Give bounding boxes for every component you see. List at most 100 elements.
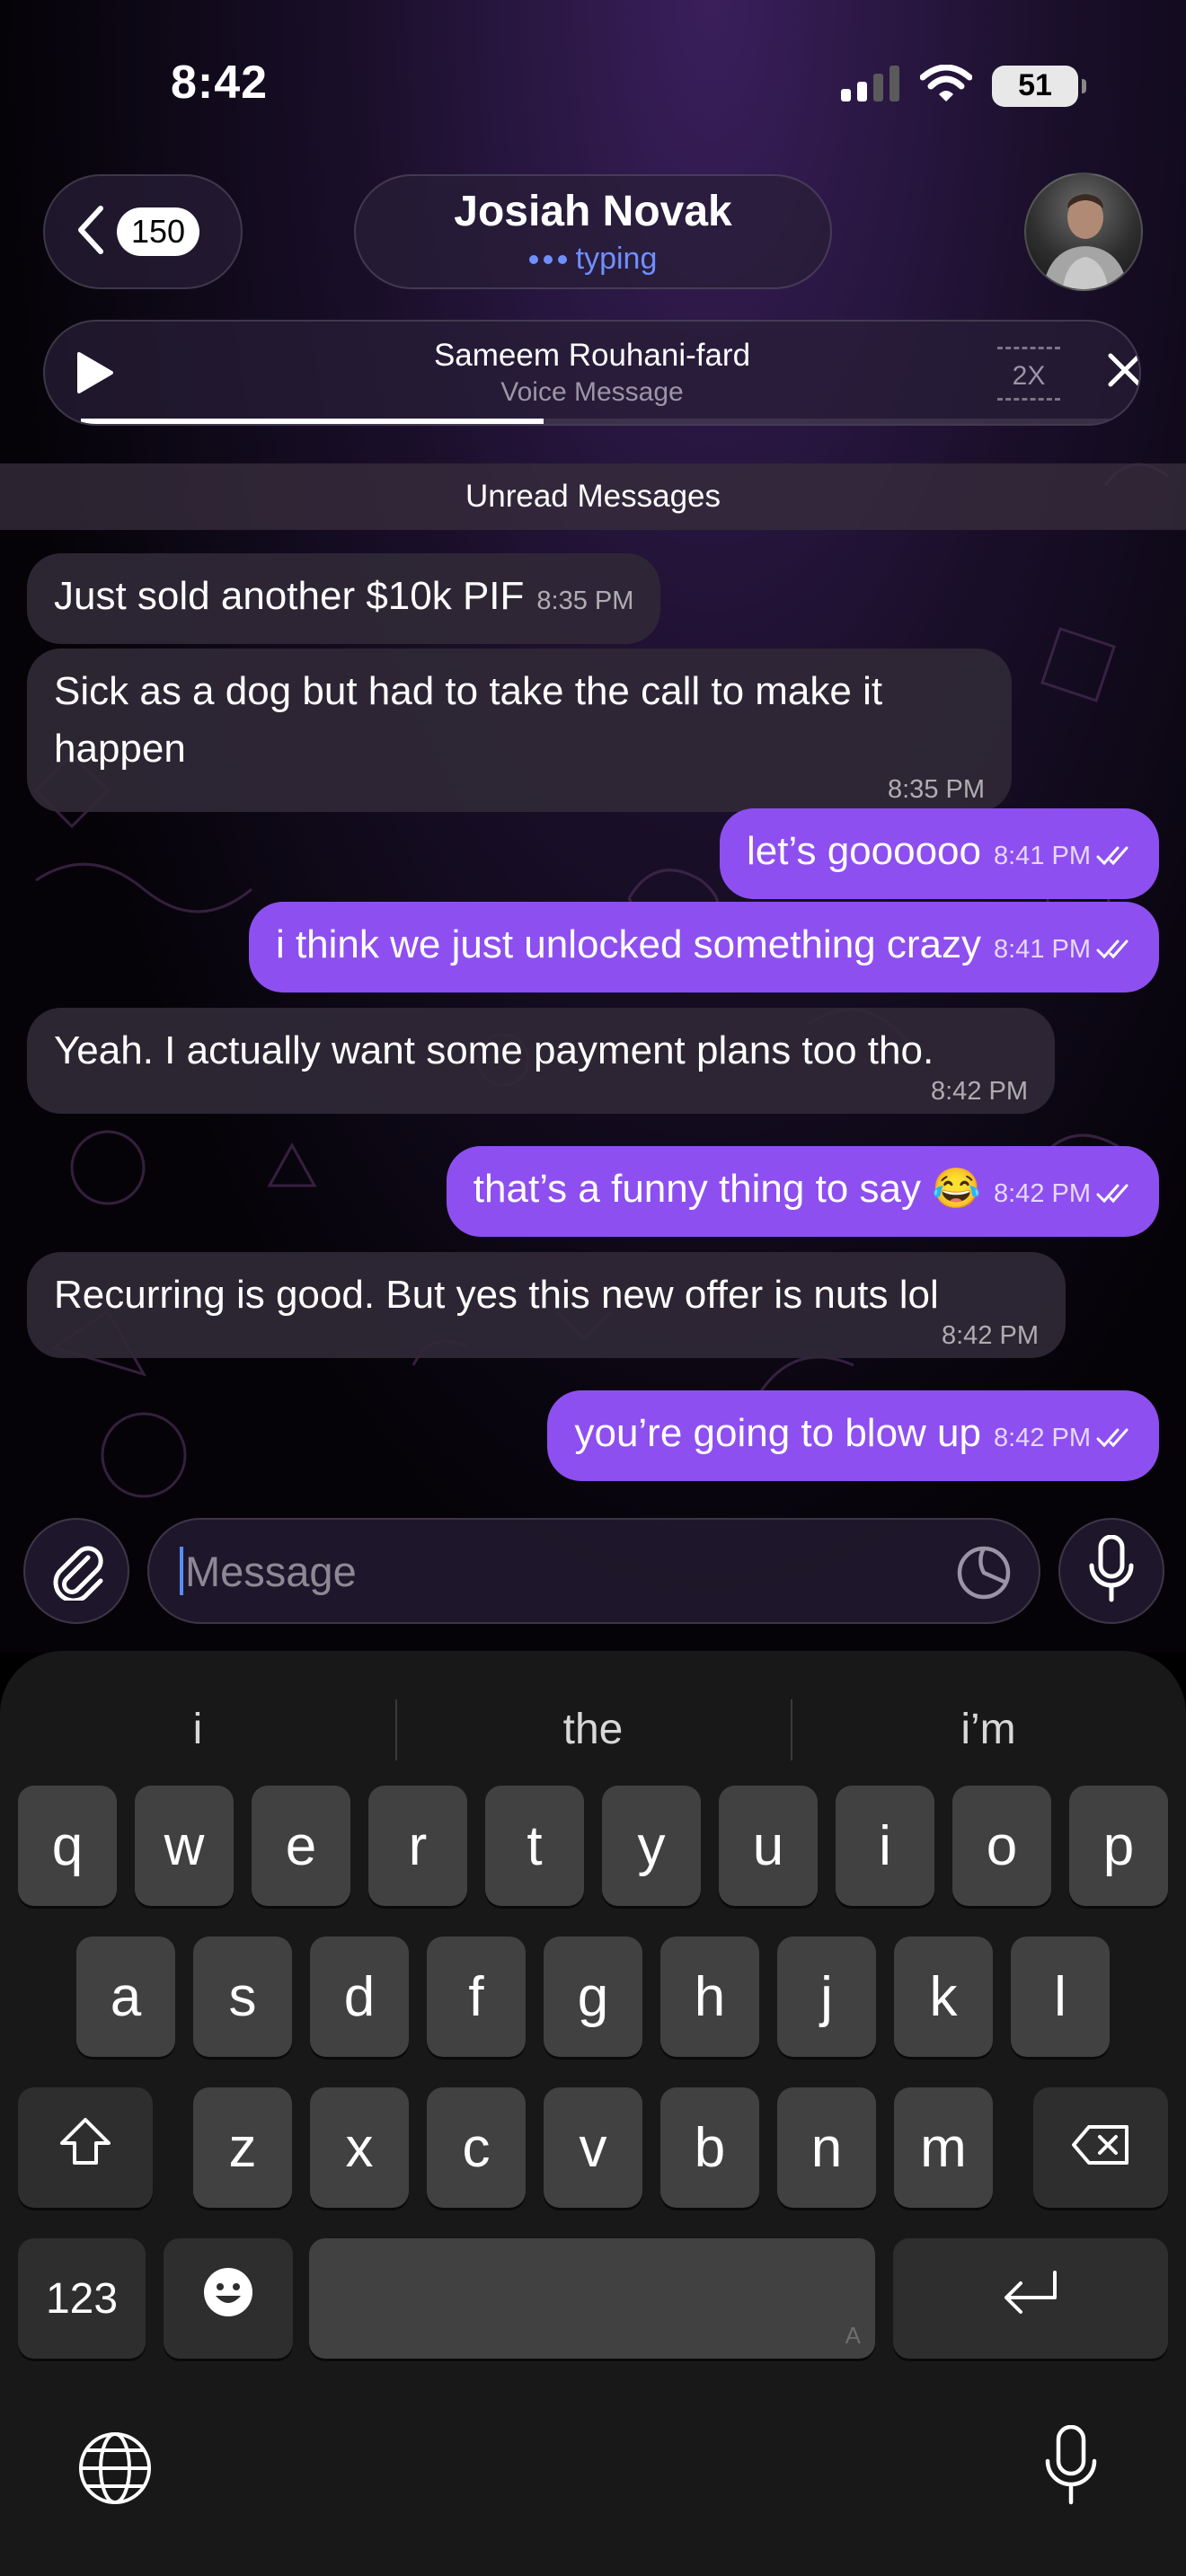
back-button[interactable]: 150 xyxy=(43,174,243,289)
status-time: 8:42 xyxy=(171,57,269,109)
avatar[interactable] xyxy=(1024,172,1143,291)
key-r[interactable]: r xyxy=(368,1786,467,1906)
space-key[interactable]: A xyxy=(309,2238,875,2359)
read-checkmarks-icon xyxy=(1096,1407,1132,1464)
key-a[interactable]: a xyxy=(76,1936,175,2057)
shift-icon xyxy=(58,2116,112,2180)
message-time: 8:41 PM xyxy=(994,842,1091,870)
message-text: Sick as a dog but had to take the call t… xyxy=(54,669,883,771)
key-g[interactable]: g xyxy=(544,1936,642,2057)
message-bubble-incoming[interactable]: Just sold another $10k PIF 8:35 PM xyxy=(27,553,661,644)
contact-name: Josiah Novak xyxy=(454,188,732,235)
key-v[interactable]: v xyxy=(544,2087,642,2208)
typing-dots-icon xyxy=(528,254,567,264)
shift-key[interactable] xyxy=(18,2087,153,2208)
read-checkmarks-icon xyxy=(1096,825,1132,882)
key-b[interactable]: b xyxy=(660,2087,759,2208)
voice-message-player[interactable]: Sameem Rouhani-fard Voice Message 2X xyxy=(43,320,1141,426)
key-x[interactable]: x xyxy=(310,2087,409,2208)
key-w[interactable]: w xyxy=(135,1786,234,1906)
chevron-left-icon xyxy=(77,205,104,260)
key-p[interactable]: p xyxy=(1069,1786,1168,1906)
message-bubble-incoming[interactable]: Yeah. I actually want some payment plans… xyxy=(27,1008,1055,1114)
status-icons: 51 xyxy=(841,64,1086,107)
message-bubble-outgoing[interactable]: that’s a funny thing to say 😂 8:42 PM xyxy=(446,1146,1159,1237)
message-input[interactable]: Message xyxy=(147,1518,1040,1624)
on-screen-keyboard: i the i’m q w e r t y u i o p a s d f g … xyxy=(0,1651,1186,2576)
wifi-icon xyxy=(919,64,973,107)
message-text: Just sold another $10k PIF xyxy=(54,574,525,618)
read-checkmarks-icon xyxy=(1096,918,1132,975)
emoji-icon xyxy=(201,2265,255,2333)
message-text: you’re going to blow up xyxy=(574,1411,981,1455)
close-icon[interactable] xyxy=(1107,352,1139,393)
voice-sender: Sameem Rouhani-fard xyxy=(433,338,751,373)
globe-icon[interactable] xyxy=(77,2430,153,2510)
message-time: 8:42 PM xyxy=(931,1077,1028,1106)
key-l[interactable]: l xyxy=(1011,1936,1110,2057)
emoji-key[interactable] xyxy=(164,2238,293,2359)
unread-messages-separator: Unread Messages xyxy=(0,463,1186,530)
key-d[interactable]: d xyxy=(310,1936,409,2057)
message-time: 8:41 PM xyxy=(994,935,1091,964)
battery-indicator: 51 xyxy=(992,65,1086,107)
suggestion-item[interactable]: i xyxy=(0,1694,395,1766)
key-j[interactable]: j xyxy=(777,1936,876,2057)
sticker-icon[interactable] xyxy=(956,1545,1012,1605)
message-text: i think we just unlocked something crazy xyxy=(275,922,981,966)
message-bubble-outgoing[interactable]: i think we just unlocked something crazy… xyxy=(248,902,1159,992)
key-i[interactable]: i xyxy=(836,1786,934,1906)
voice-progress-fill xyxy=(81,419,544,424)
voice-label: Voice Message xyxy=(500,377,684,407)
return-icon xyxy=(1001,2267,1060,2331)
key-u[interactable]: u xyxy=(719,1786,818,1906)
space-hint: A xyxy=(845,2322,861,2349)
message-bubble-incoming[interactable]: Recurring is good. But yes this new offe… xyxy=(27,1252,1066,1358)
voice-progress-bar[interactable] xyxy=(81,419,1132,424)
message-text: Yeah. I actually want some payment plans… xyxy=(54,1028,934,1072)
key-n[interactable]: n xyxy=(777,2087,876,2208)
message-text: Recurring is good. But yes this new offe… xyxy=(54,1273,939,1317)
delete-key[interactable] xyxy=(1033,2087,1168,2208)
attach-button[interactable] xyxy=(23,1518,129,1624)
unread-count-badge: 150 xyxy=(117,207,200,256)
key-o[interactable]: o xyxy=(952,1786,1051,1906)
suggestion-item[interactable]: the xyxy=(395,1694,791,1766)
message-time: 8:42 PM xyxy=(994,1424,1091,1452)
suggestion-item[interactable]: i’m xyxy=(791,1694,1186,1766)
message-time: 8:42 PM xyxy=(994,1179,1091,1208)
numbers-key[interactable]: 123 xyxy=(18,2238,146,2359)
typing-status: typing xyxy=(528,242,658,277)
predictive-suggestions: i the i’m xyxy=(0,1694,1186,1766)
message-bubble-incoming[interactable]: Sick as a dog but had to take the call t… xyxy=(27,648,1012,812)
backspace-icon xyxy=(1071,2116,1130,2180)
key-z[interactable]: z xyxy=(193,2087,292,2208)
message-placeholder: Message xyxy=(185,1547,357,1595)
message-text: that’s a funny thing to say 😂 xyxy=(473,1167,981,1211)
key-e[interactable]: e xyxy=(252,1786,350,1906)
read-checkmarks-icon xyxy=(1096,1162,1132,1220)
key-f[interactable]: f xyxy=(427,1936,526,2057)
chat-title[interactable]: Josiah Novak typing xyxy=(354,174,832,289)
paperclip-icon xyxy=(45,1538,108,1605)
message-bubble-outgoing[interactable]: you’re going to blow up 8:42 PM xyxy=(547,1390,1159,1481)
cellular-signal-icon xyxy=(841,66,900,106)
key-m[interactable]: m xyxy=(894,2087,993,2208)
key-h[interactable]: h xyxy=(660,1936,759,2057)
key-t[interactable]: t xyxy=(485,1786,584,1906)
typing-status-label: typing xyxy=(575,242,658,276)
dictation-mic-icon[interactable] xyxy=(1044,2424,1098,2510)
key-s[interactable]: s xyxy=(193,1936,292,2057)
key-k[interactable]: k xyxy=(894,1936,993,2057)
key-c[interactable]: c xyxy=(427,2087,526,2208)
message-bubble-outgoing[interactable]: let’s goooooo 8:41 PM xyxy=(720,808,1159,899)
text-caret xyxy=(180,1547,183,1595)
message-time: 8:42 PM xyxy=(942,1321,1039,1350)
key-q[interactable]: q xyxy=(18,1786,117,1906)
message-time: 8:35 PM xyxy=(888,775,985,804)
key-y[interactable]: y xyxy=(602,1786,701,1906)
return-key[interactable] xyxy=(893,2238,1168,2359)
playback-speed-button[interactable]: 2X xyxy=(997,347,1060,401)
message-time: 8:35 PM xyxy=(536,587,634,615)
voice-record-button[interactable] xyxy=(1058,1518,1164,1624)
